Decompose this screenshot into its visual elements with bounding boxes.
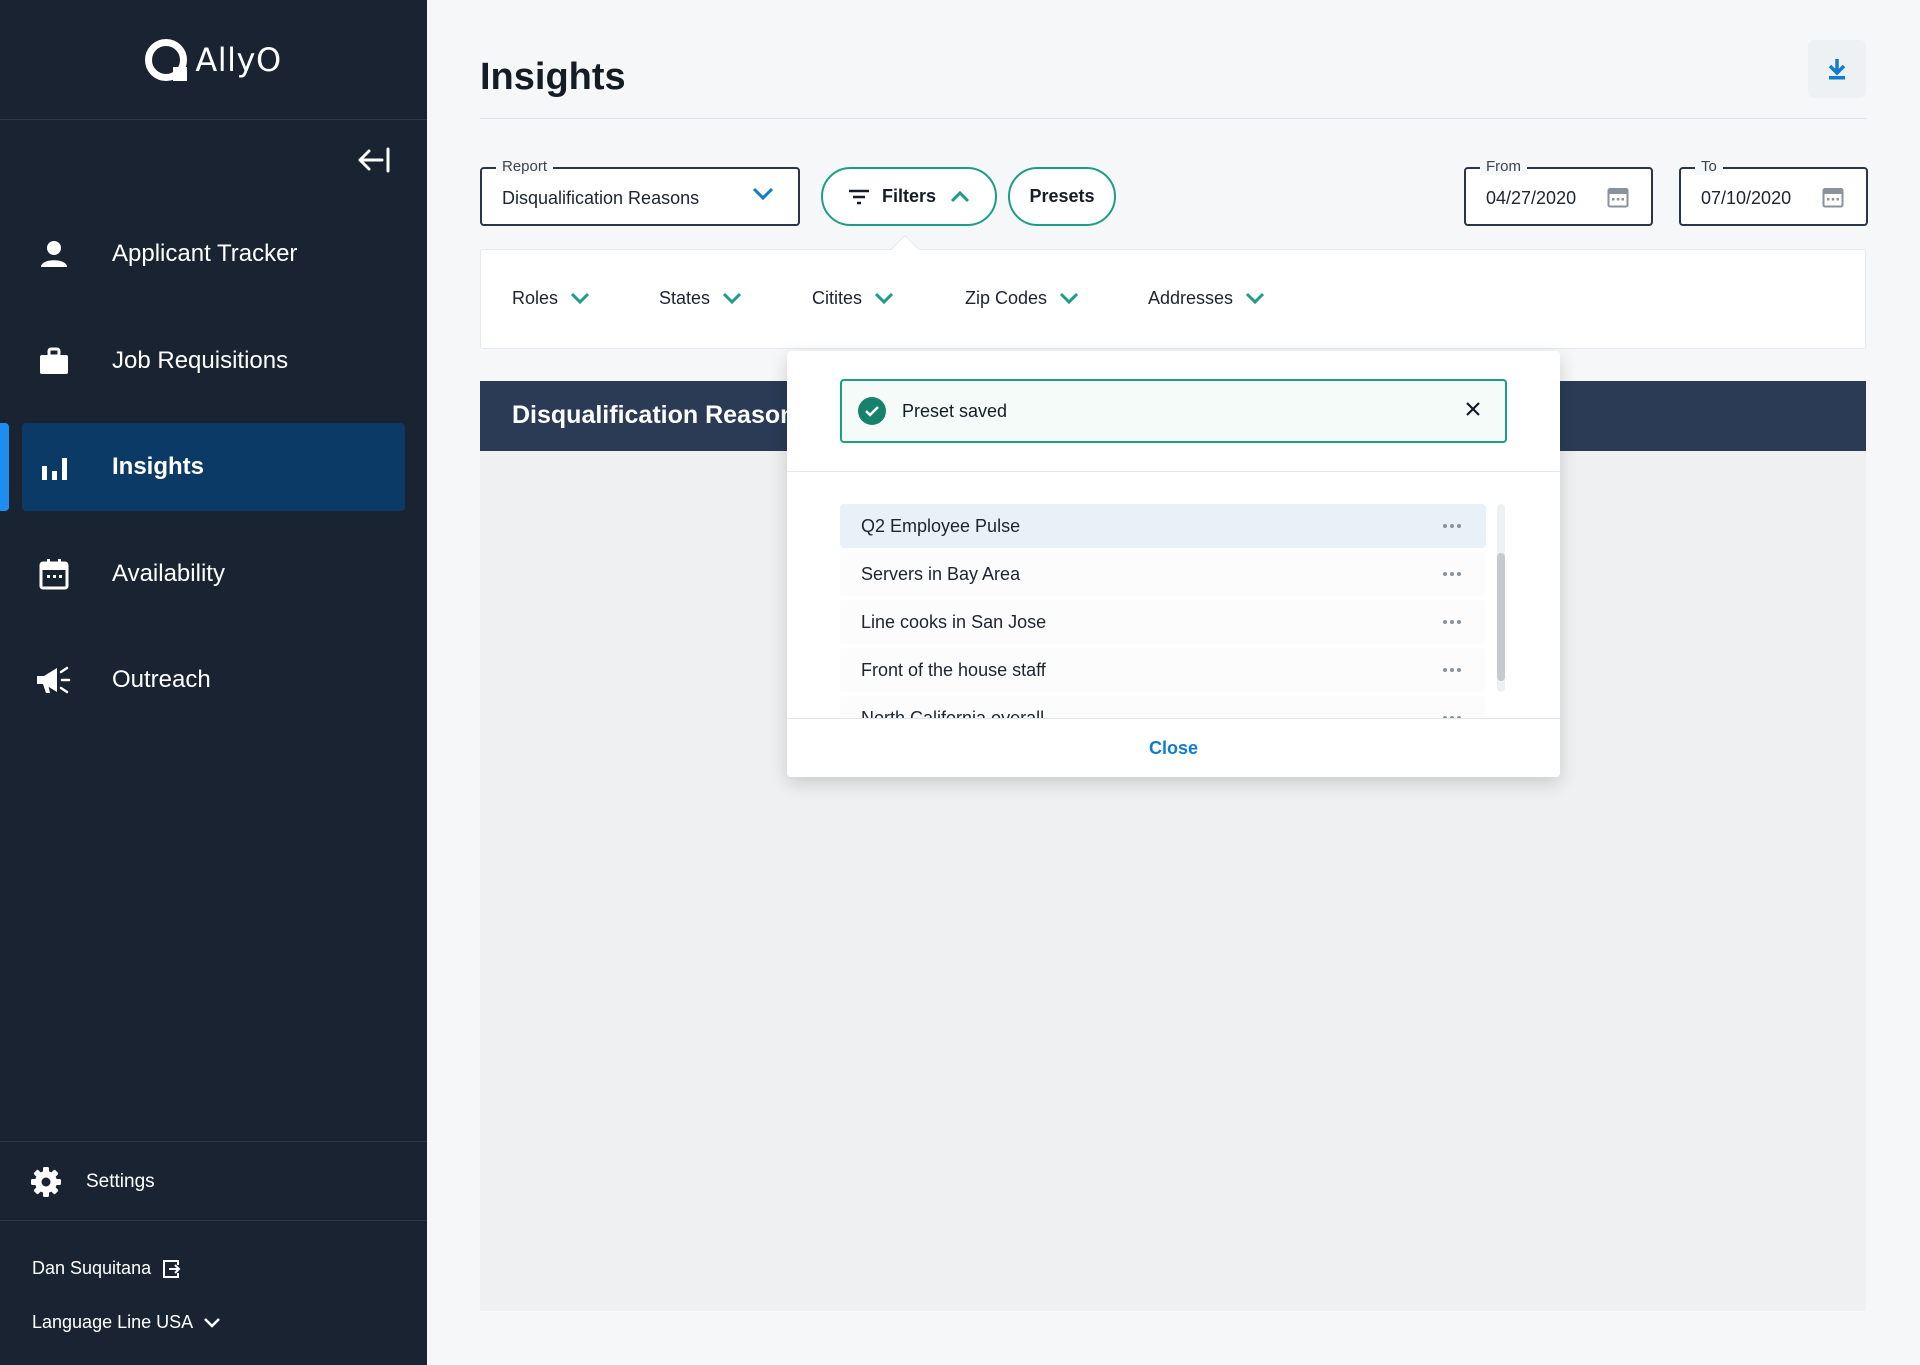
filter-label: States xyxy=(659,288,711,308)
filters-toggle-button[interactable]: Filters xyxy=(821,167,997,226)
calendar-icon xyxy=(34,554,74,594)
chevron-down-icon xyxy=(204,1317,221,1328)
chevron-down-icon xyxy=(752,187,774,201)
more-options-icon[interactable] xyxy=(1442,517,1462,535)
filter-label: Roles xyxy=(512,288,559,308)
sidebar-item-availability[interactable]: Availability xyxy=(22,530,405,618)
report-title: Disqualification Reasons xyxy=(512,401,810,429)
sidebar: AllyO Applicant Tracker Job Requisitions… xyxy=(0,0,427,1365)
collapse-sidebar-button[interactable] xyxy=(352,140,396,180)
sidebar-item-job-requisitions[interactable]: Job Requisitions xyxy=(22,317,405,405)
preset-label: Servers in Bay Area xyxy=(861,563,1021,584)
briefcase-icon xyxy=(34,341,74,381)
logout-icon xyxy=(163,1259,181,1278)
allyo-logo-icon xyxy=(145,38,188,81)
preset-item[interactable]: Line cooks in San Jose xyxy=(840,600,1486,644)
title-divider xyxy=(480,118,1866,119)
presets-popover: Preset saved Q2 Employee Pulse Servers i… xyxy=(787,351,1560,777)
megaphone-icon xyxy=(34,660,74,700)
filter-addresses-dropdown[interactable]: Addresses xyxy=(1148,288,1265,309)
sidebar-item-insights[interactable]: Insights xyxy=(22,423,405,511)
sidebar-item-label: Outreach xyxy=(112,666,211,693)
gear-icon xyxy=(31,1167,61,1197)
filter-label: Citites xyxy=(812,288,863,308)
person-icon xyxy=(34,234,74,274)
from-date-value: 04/27/2020 xyxy=(1486,188,1577,208)
to-date-field[interactable]: To 07/10/2020 xyxy=(1679,158,1868,226)
presets-label: Presets xyxy=(1029,186,1095,206)
download-button[interactable] xyxy=(1808,40,1866,98)
sidebar-item-applicant-tracker[interactable]: Applicant Tracker xyxy=(22,210,405,298)
user-name: Dan Suquitana xyxy=(32,1258,152,1278)
preset-item[interactable]: Q2 Employee Pulse xyxy=(840,504,1486,548)
sidebar-item-label: Insights xyxy=(112,453,205,480)
toast-message: Preset saved xyxy=(902,400,1008,421)
check-circle-icon xyxy=(858,397,886,425)
chevron-down-icon xyxy=(1245,292,1265,305)
preset-list-scrollbar[interactable] xyxy=(1497,553,1505,681)
more-options-icon[interactable] xyxy=(1442,613,1462,631)
filter-label: Zip Codes xyxy=(965,288,1048,308)
report-select[interactable]: Report Disqualification Reasons xyxy=(480,158,800,226)
filter-cities-dropdown[interactable]: Citites xyxy=(812,288,894,309)
popover-footer: Close xyxy=(787,718,1560,777)
chevron-down-icon xyxy=(722,292,742,305)
bar-chart-icon xyxy=(34,447,74,487)
preset-list: Q2 Employee Pulse Servers in Bay Area Li… xyxy=(840,504,1486,724)
sidebar-item-label: Availability xyxy=(112,560,225,587)
filter-states-dropdown[interactable]: States xyxy=(659,288,742,309)
sidebar-divider xyxy=(0,1220,427,1221)
from-date-field[interactable]: From 04/27/2020 xyxy=(1464,158,1653,226)
filters-label: Filters xyxy=(881,186,937,206)
download-icon xyxy=(1828,59,1846,80)
filter-lines-icon xyxy=(848,189,869,204)
chevron-up-icon xyxy=(950,190,970,203)
page-title: Insights xyxy=(480,56,626,98)
settings-label: Settings xyxy=(86,1171,155,1192)
organization-selector[interactable]: Language Line USA xyxy=(32,1312,221,1333)
chevron-down-icon xyxy=(570,292,590,305)
sidebar-item-outreach[interactable]: Outreach xyxy=(22,636,405,724)
brand-name: AllyO xyxy=(195,40,282,79)
user-logout-link[interactable]: Dan Suquitana xyxy=(32,1258,181,1279)
report-value: Disqualification Reasons xyxy=(502,188,700,208)
sidebar-divider xyxy=(0,1141,427,1142)
more-options-icon[interactable] xyxy=(1442,661,1462,679)
preset-item[interactable]: Front of the house staff xyxy=(840,648,1486,692)
preset-saved-toast: Preset saved xyxy=(840,379,1507,443)
from-label: From xyxy=(1480,158,1527,175)
to-date-value: 07/10/2020 xyxy=(1701,188,1792,208)
report-label: Report xyxy=(496,158,554,175)
close-icon[interactable] xyxy=(1465,401,1481,417)
close-button[interactable]: Close xyxy=(1149,738,1198,759)
filter-roles-dropdown[interactable]: Roles xyxy=(512,288,590,309)
presets-button[interactable]: Presets xyxy=(1008,167,1116,226)
more-options-icon[interactable] xyxy=(1442,565,1462,583)
preset-label: Front of the house staff xyxy=(861,659,1046,680)
collapse-arrow-icon xyxy=(358,147,390,173)
active-nav-indicator xyxy=(0,423,9,511)
sidebar-item-label: Applicant Tracker xyxy=(112,240,298,267)
to-label: To xyxy=(1695,158,1723,175)
preset-label: Line cooks in San Jose xyxy=(861,611,1047,632)
settings-button[interactable]: Settings xyxy=(30,1162,155,1202)
popover-divider xyxy=(787,471,1560,472)
filter-bar: Roles States Citites Zip Codes Addresses xyxy=(480,249,1866,349)
preset-item[interactable]: Servers in Bay Area xyxy=(840,552,1486,596)
filter-zip-codes-dropdown[interactable]: Zip Codes xyxy=(965,288,1079,309)
sidebar-item-label: Job Requisitions xyxy=(112,347,289,374)
calendar-icon[interactable] xyxy=(1822,186,1844,208)
chevron-down-icon xyxy=(1059,292,1079,305)
filter-label: Addresses xyxy=(1148,288,1234,308)
brand-logo[interactable]: AllyO xyxy=(0,0,427,120)
calendar-icon[interactable] xyxy=(1607,186,1629,208)
chevron-down-icon xyxy=(874,292,894,305)
preset-label: Q2 Employee Pulse xyxy=(861,515,1021,536)
organization-name: Language Line USA xyxy=(32,1312,194,1332)
